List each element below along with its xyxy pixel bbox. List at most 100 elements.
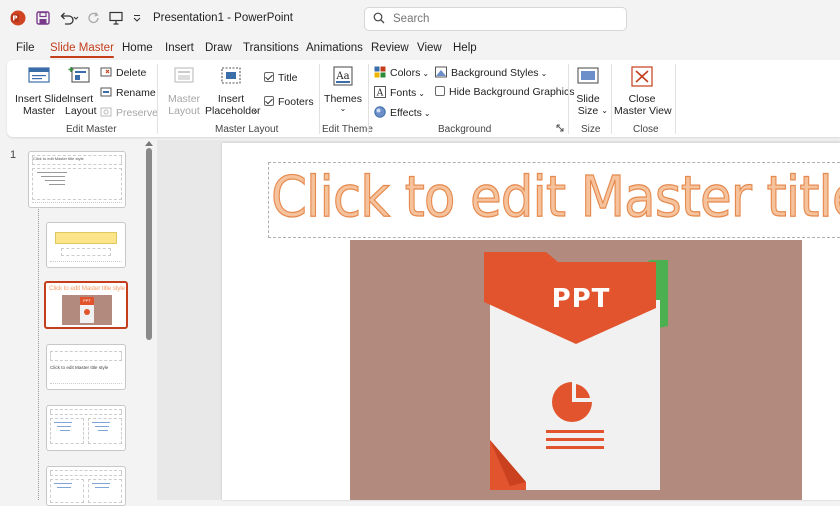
layout-thumbnail-two-content[interactable] <box>46 405 126 451</box>
layout-thumbnail-title-slide[interactable] <box>46 222 126 268</box>
fonts-icon: A <box>374 86 386 98</box>
tab-slide-master[interactable]: Slide Master <box>50 42 114 58</box>
background-styles-dropdown-icon: ⌄ <box>540 69 548 78</box>
redo-icon[interactable] <box>86 9 102 27</box>
thumbnail-left-content <box>50 418 84 444</box>
group-separator <box>568 64 569 134</box>
footers-checkbox[interactable]: Footers <box>264 96 314 108</box>
powerpoint-logo-icon: P <box>9 9 27 27</box>
themes-button[interactable]: Aa Themes ⌄ <box>324 65 362 113</box>
effects-icon <box>374 106 386 118</box>
fonts-dropdown-icon: ⌄ <box>418 89 425 98</box>
background-dialog-launcher-icon[interactable] <box>556 124 565 136</box>
customize-quick-access-icon[interactable] <box>131 9 143 27</box>
svg-text:Aa: Aa <box>335 71 349 82</box>
search-box[interactable] <box>364 7 627 31</box>
slide-size-label: Slide Size <box>576 93 600 117</box>
thumbnail-pie-icon <box>84 309 90 315</box>
effects-label: Effects <box>390 107 422 119</box>
ppt-document-illustration-icon <box>484 252 668 490</box>
group-separator <box>319 64 320 134</box>
thumbnail-scrollbar[interactable] <box>146 148 152 340</box>
footers-checkbox-box[interactable] <box>264 96 274 106</box>
search-icon <box>373 12 385 27</box>
master-layout-label: Master Layout <box>167 93 201 117</box>
thumbnail-title-placeholder <box>50 409 122 415</box>
colors-button[interactable]: Colors ⌄ <box>374 66 429 79</box>
background-styles-label: Background Styles <box>451 67 539 79</box>
close-master-view-button[interactable]: Close Master View <box>614 65 672 117</box>
tab-transitions[interactable]: Transitions <box>243 42 299 54</box>
hide-background-graphics-box[interactable] <box>435 86 445 96</box>
title-checkbox[interactable]: Title <box>264 72 297 84</box>
insert-slide-master-icon <box>28 67 50 83</box>
rename-icon <box>100 87 112 97</box>
delete-label: Delete <box>116 67 147 79</box>
thumbnail-title: Click to edit Master title style <box>50 365 109 370</box>
insert-slide-master-button[interactable]: Insert Slide Master <box>15 65 68 117</box>
fonts-button[interactable]: A Fonts ⌄ <box>374 86 425 99</box>
colors-icon <box>374 66 386 78</box>
title-checkbox-box[interactable] <box>264 72 274 82</box>
edit-master-group-label: Edit Master <box>66 124 117 135</box>
close-master-view-icon <box>631 66 653 87</box>
rename-button[interactable]: Rename <box>100 86 156 99</box>
present-from-beginning-icon[interactable] <box>108 9 124 27</box>
slide-picture[interactable]: PPT <box>350 240 802 500</box>
preserve-button[interactable]: Preserve <box>100 106 158 119</box>
master-layout-button[interactable]: Master Layout <box>167 65 201 117</box>
thumbnail-right-content <box>88 479 122 503</box>
master-layout-icon <box>174 67 194 83</box>
layout-tree-line <box>38 207 39 500</box>
group-separator <box>611 64 612 134</box>
tab-view[interactable]: View <box>417 42 442 54</box>
tab-help[interactable]: Help <box>453 42 477 54</box>
ribbon: Insert Slide Master Insert Layout Delete… <box>7 60 840 137</box>
tab-home[interactable]: Home <box>122 42 153 54</box>
tab-insert[interactable]: Insert <box>165 42 194 54</box>
insert-placeholder-button[interactable]: Insert Placeholder ⌄ <box>205 65 261 117</box>
background-styles-button[interactable]: Background Styles ⌄ <box>435 66 547 79</box>
insert-layout-button[interactable]: Insert Layout <box>65 65 97 117</box>
themes-icon: Aa <box>333 66 353 86</box>
background-group-label: Background <box>438 124 492 135</box>
thumbnail-title-block <box>55 232 117 244</box>
hide-background-graphics-checkbox[interactable]: Hide Background Graphics <box>435 86 574 98</box>
tab-review[interactable]: Review <box>371 42 409 54</box>
effects-button[interactable]: Effects ⌄ <box>374 106 431 119</box>
scroll-up-arrow-icon[interactable] <box>145 141 153 146</box>
insert-placeholder-label: Insert Placeholder <box>205 93 261 117</box>
preserve-icon <box>100 107 112 117</box>
size-group-label: Size <box>581 124 601 135</box>
tab-animations[interactable]: Animations <box>306 42 363 54</box>
tab-file[interactable]: File <box>16 42 35 54</box>
slide-size-button[interactable]: Slide Size ⌄ <box>572 65 608 117</box>
insert-placeholder-icon <box>221 67 241 84</box>
group-separator <box>157 64 158 134</box>
footers-checkbox-label: Footers <box>278 96 314 108</box>
close-master-view-label: Close Master View <box>614 93 672 117</box>
colors-label: Colors <box>390 67 421 79</box>
undo-icon[interactable] <box>58 9 80 27</box>
save-icon[interactable] <box>35 9 51 27</box>
background-styles-icon <box>435 66 447 78</box>
tab-draw[interactable]: Draw <box>205 42 232 54</box>
thumbnail-right-content <box>88 418 122 444</box>
edit-theme-group-label: Edit Theme <box>322 124 373 135</box>
search-input[interactable] <box>393 13 613 25</box>
slide-master-thumbnail[interactable]: Click to edit Master title style <box>28 151 126 208</box>
thumbnail-footer <box>50 261 122 263</box>
title-placeholder[interactable]: Click to edit Master title style <box>268 162 840 238</box>
thumbnail-title: Click to edit Master title style <box>32 155 122 165</box>
layout-thumbnail-comparison[interactable] <box>46 466 126 506</box>
colors-dropdown-icon: ⌄ <box>422 69 430 78</box>
thumbnail-footer <box>50 383 122 385</box>
layout-thumbnail-selected[interactable]: Click to edit Master title style PPT <box>44 281 128 329</box>
delete-button[interactable]: Delete <box>100 66 146 79</box>
title-placeholder-text: Click to edit Master title style <box>270 164 840 230</box>
group-separator <box>675 64 676 134</box>
rename-label: Rename <box>116 87 156 99</box>
svg-text:A: A <box>376 89 384 99</box>
layout-thumbnail-section-header[interactable]: Click to edit Master title style <box>46 344 126 390</box>
title-bar: P Presentation1 - PowerPoint <box>0 0 840 38</box>
